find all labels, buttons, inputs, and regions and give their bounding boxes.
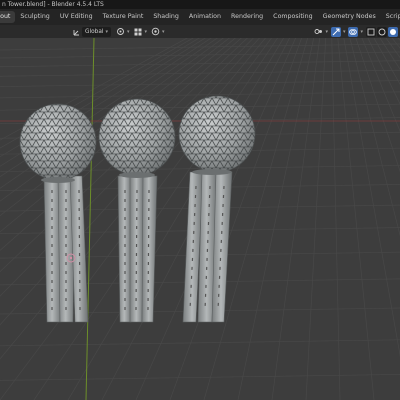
chevron-down-icon: ▾ bbox=[127, 28, 130, 35]
orientation-dropdown[interactable]: Global ▾ bbox=[82, 26, 112, 37]
tab-animation[interactable]: Animation bbox=[184, 11, 226, 23]
gizmo-icon[interactable] bbox=[330, 26, 341, 37]
window-title: n Tower.blend] - Blender 4.5.4 LTS bbox=[2, 1, 104, 8]
grid-line bbox=[0, 80, 400, 87]
window-title-bar: n Tower.blend] - Blender 4.5.4 LTS bbox=[0, 0, 400, 9]
chevron-down-icon: ▾ bbox=[105, 28, 109, 35]
3d-viewport[interactable] bbox=[0, 38, 400, 400]
tab-uv-editing[interactable]: UV Editing bbox=[55, 11, 98, 23]
tab-sculpting[interactable]: Sculpting bbox=[15, 11, 54, 23]
tab-rendering[interactable]: Rendering bbox=[226, 11, 268, 23]
orientation-value: Global bbox=[85, 28, 104, 35]
tower-3[interactable] bbox=[178, 95, 256, 323]
chevron-down-icon: ▾ bbox=[325, 28, 328, 35]
snap-icon[interactable] bbox=[133, 27, 143, 37]
proportional-editing-icon[interactable] bbox=[150, 27, 160, 37]
overlay-icon[interactable] bbox=[348, 26, 359, 37]
viewport-header: Global ▾ ▾ ▾ ▾ ▾ ▾ ▾ bbox=[0, 25, 400, 38]
grid-line bbox=[0, 69, 400, 77]
chevron-down-icon: ▾ bbox=[162, 28, 165, 35]
chevron-down-icon: ▾ bbox=[360, 28, 363, 35]
grid-line bbox=[0, 339, 400, 347]
viewport-scene[interactable] bbox=[0, 38, 400, 400]
grid-line bbox=[0, 43, 400, 51]
grid-line bbox=[305, 38, 327, 400]
transform-orientation-icon[interactable] bbox=[72, 27, 82, 37]
visibility-icon[interactable] bbox=[313, 27, 323, 37]
xray-icon[interactable] bbox=[366, 26, 376, 37]
tower-1[interactable] bbox=[19, 103, 97, 323]
grid-line bbox=[331, 38, 341, 400]
chevron-down-icon: ▾ bbox=[144, 28, 148, 35]
grid-line bbox=[0, 60, 400, 68]
pivot-point-icon[interactable] bbox=[115, 27, 125, 37]
tab-layout[interactable]: Layout bbox=[0, 11, 16, 23]
wireframe-shading-icon[interactable] bbox=[377, 26, 387, 37]
tab-shading[interactable]: Shading bbox=[148, 11, 184, 23]
tab-scripting[interactable]: Scripting bbox=[381, 11, 400, 23]
grid-line bbox=[271, 38, 321, 400]
tab-geometry-nodes[interactable]: Geometry Nodes bbox=[318, 11, 381, 23]
grid-line bbox=[0, 374, 400, 381]
tower-2[interactable] bbox=[98, 98, 176, 323]
solid-shading-icon[interactable] bbox=[388, 26, 398, 37]
tab-texture-paint[interactable]: Texture Paint bbox=[98, 11, 149, 23]
workspace-tabs: Layout Sculpting UV Editing Texture Pain… bbox=[0, 9, 400, 25]
chevron-down-icon: ▾ bbox=[342, 28, 346, 35]
tab-compositing[interactable]: Compositing bbox=[268, 11, 317, 23]
grid-line bbox=[135, 38, 296, 400]
